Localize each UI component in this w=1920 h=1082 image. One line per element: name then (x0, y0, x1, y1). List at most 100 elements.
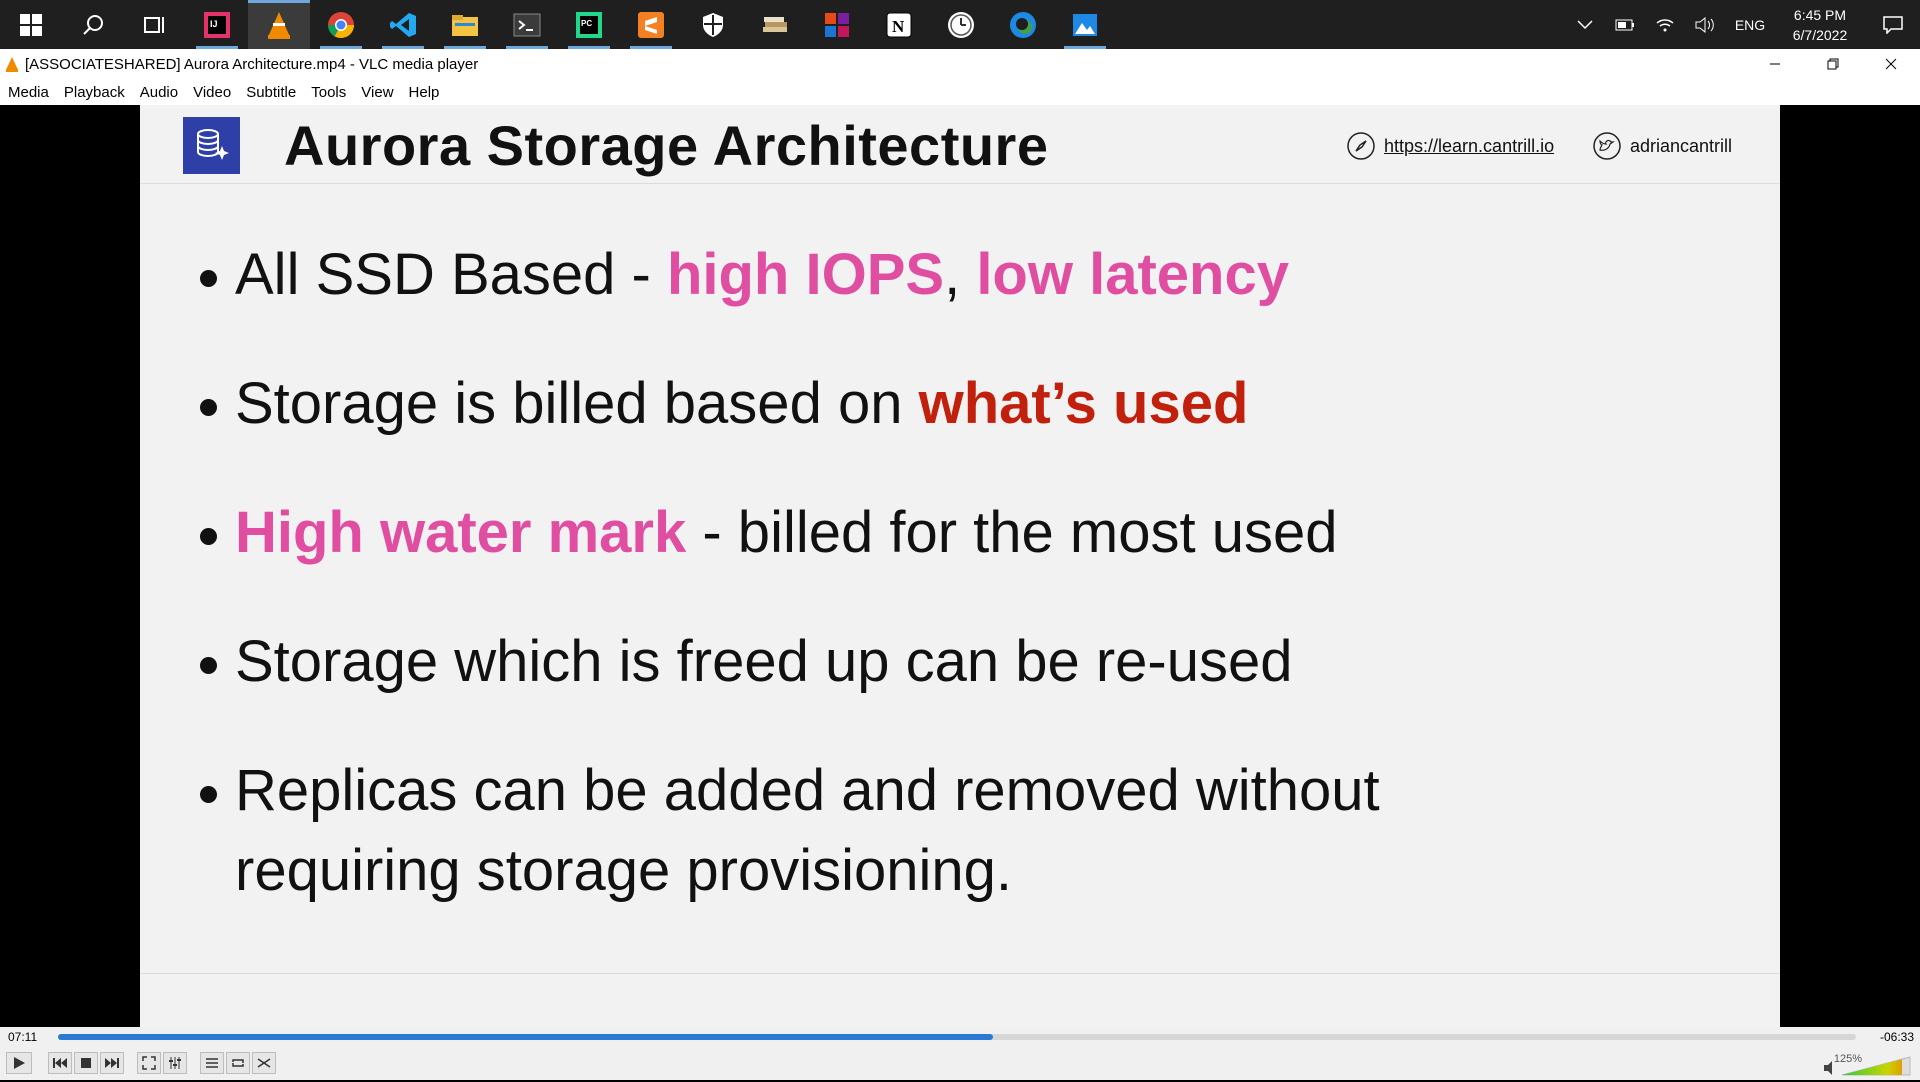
clock[interactable]: 6:45 PM 6/7/2022 (1775, 5, 1865, 45)
next-icon (105, 1058, 119, 1068)
bullet-list: All SSD Based - high IOPS, low latency S… (200, 235, 1700, 960)
language-indicator[interactable]: ENG (1725, 17, 1775, 33)
compass-icon (1347, 132, 1375, 160)
website-link: https://learn.cantrill.io (1346, 131, 1554, 161)
seek-bar[interactable] (58, 1034, 1856, 1040)
bullet-high-water-mark-text: - billed for the most used (686, 500, 1338, 565)
vscode-icon[interactable] (372, 0, 434, 49)
clock-date: 6/7/2022 (1792, 26, 1848, 43)
shuffle-button[interactable] (252, 1052, 276, 1074)
chrome-icon[interactable] (310, 0, 372, 49)
stop-icon (81, 1058, 91, 1068)
edge-icon[interactable] (992, 0, 1054, 49)
controls-row: 125% (0, 1047, 1920, 1080)
window-titlebar: [ASSOCIATESHARED] Aurora Architecture.mp… (0, 49, 1920, 79)
menu-bar: Media Playback Audio Video Subtitle Tool… (0, 79, 1920, 105)
office-icon[interactable] (806, 0, 868, 49)
volume-slider[interactable]: 125% (1822, 1051, 1912, 1077)
website-url: https://learn.cantrill.io (1384, 135, 1555, 156)
extended-settings-button[interactable] (163, 1052, 187, 1074)
previous-icon (53, 1058, 67, 1068)
bullet-ssd-comma: , (944, 242, 977, 307)
seek-row: 07:11 -06:33 (0, 1027, 1920, 1047)
bullet-replicas: Replicas can be added and removed withou… (200, 751, 1465, 911)
window-title: [ASSOCIATESHARED] Aurora Architecture.mp… (25, 55, 479, 73)
close-button[interactable] (1862, 49, 1920, 79)
fullscreen-button[interactable] (137, 1052, 161, 1074)
menu-audio[interactable]: Audio (140, 84, 178, 101)
next-button[interactable] (100, 1052, 124, 1074)
aurora-database-icon (183, 117, 240, 174)
svg-text:IJ: IJ (210, 19, 218, 29)
minimize-button[interactable] (1746, 49, 1804, 79)
highlight-high-iops: high IOPS (666, 242, 945, 307)
notifications-icon[interactable] (1865, 15, 1920, 34)
books-icon[interactable] (744, 0, 806, 49)
menu-playback[interactable]: Playback (64, 84, 125, 101)
search-icon[interactable] (62, 0, 124, 49)
slide-title: Aurora Storage Architecture (284, 114, 1049, 177)
notion-icon[interactable]: N (868, 0, 930, 49)
stop-button[interactable] (74, 1052, 98, 1074)
sublime-icon[interactable] (620, 0, 682, 49)
menu-tools[interactable]: Tools (311, 84, 346, 101)
video-area[interactable]: Aurora Storage Architecture https://lear… (0, 105, 1920, 1027)
volume-level: 125% (1833, 1053, 1862, 1065)
bullet-replicas-text: Replicas can be added and removed withou… (235, 758, 1380, 903)
play-icon (14, 1057, 25, 1069)
speaker-icon[interactable] (1685, 16, 1725, 33)
bullet-high-water-mark: High water mark - billed for the most us… (200, 493, 1700, 573)
fullscreen-icon (142, 1056, 156, 1070)
seek-progress (58, 1034, 993, 1040)
bullet-ssd-text: All SSD Based - (235, 242, 667, 307)
svg-text:N: N (892, 17, 905, 36)
shuffle-icon (257, 1058, 271, 1068)
taskbar: IJ PC N ENG 6:45 PM 6/7/2022 (0, 0, 1920, 49)
photos-icon[interactable] (1054, 0, 1116, 49)
highlight-low-latency: low latency (976, 242, 1289, 307)
slide-header: Aurora Storage Architecture https://lear… (140, 105, 1780, 184)
playlist-icon (206, 1058, 218, 1068)
elapsed-time: 07:11 (8, 1030, 38, 1044)
play-button[interactable] (6, 1052, 32, 1074)
bullet-freed-storage-text: Storage which is freed up can be re-used (235, 629, 1293, 694)
loop-button[interactable] (226, 1052, 250, 1074)
restore-button[interactable] (1804, 49, 1862, 79)
vlc-icon[interactable] (248, 0, 310, 49)
loop-icon (232, 1059, 244, 1067)
twitter-icon (1593, 132, 1621, 160)
twitter-username: adriancantrill (1630, 135, 1733, 156)
slide-footer-divider (140, 973, 1780, 974)
pycharm-icon[interactable]: PC (558, 0, 620, 49)
file-explorer-icon[interactable] (434, 0, 496, 49)
task-view-icon[interactable] (124, 0, 186, 49)
playlist-button[interactable] (200, 1052, 224, 1074)
security-icon[interactable] (682, 0, 744, 49)
bullet-ssd: All SSD Based - high IOPS, low latency (200, 235, 1700, 315)
remaining-time[interactable]: -06:33 (1880, 1030, 1914, 1044)
terminal-icon[interactable] (496, 0, 558, 49)
clock-time: 6:45 PM (1793, 6, 1847, 23)
system-tray: ENG 6:45 PM 6/7/2022 (1565, 0, 1920, 49)
menu-video[interactable]: Video (193, 84, 231, 101)
menu-view[interactable]: View (361, 84, 393, 101)
menu-help[interactable]: Help (409, 84, 440, 101)
svg-text:PC: PC (581, 19, 592, 28)
highlight-high-water-mark: High water mark (235, 500, 687, 565)
highlight-whats-used: what’s used (918, 371, 1249, 436)
bullet-billing-text: Storage is billed based on (235, 371, 919, 436)
start-icon[interactable] (0, 0, 62, 49)
previous-button[interactable] (48, 1052, 72, 1074)
bullet-freed-storage: Storage which is freed up can be re-used (200, 622, 1700, 702)
intellij-icon[interactable]: IJ (186, 0, 248, 49)
battery-icon[interactable] (1605, 19, 1645, 31)
chevron-up-icon[interactable] (1565, 19, 1605, 30)
vlc-title-icon (5, 56, 19, 72)
wifi-icon[interactable] (1645, 17, 1685, 33)
slide: Aurora Storage Architecture https://lear… (140, 105, 1780, 1027)
bullet-billing: Storage is billed based on what’s used (200, 364, 1700, 444)
equalizer-icon (169, 1057, 181, 1069)
menu-media[interactable]: Media (8, 84, 49, 101)
clock-app-icon[interactable] (930, 0, 992, 49)
menu-subtitle[interactable]: Subtitle (246, 84, 296, 101)
